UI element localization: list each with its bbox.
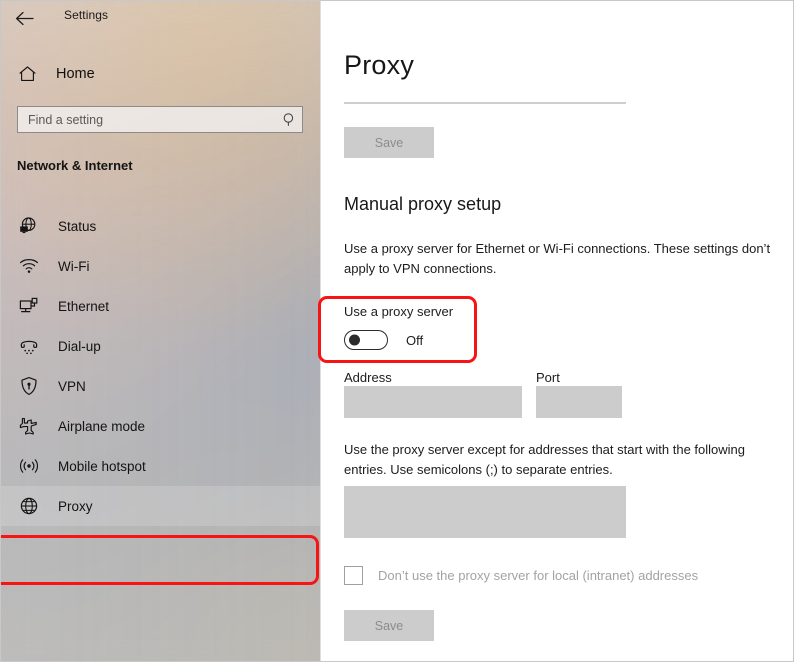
sidebar-item-label: Ethernet — [58, 298, 110, 314]
toggle-state-label: Off — [406, 332, 424, 348]
dialup-phone-icon — [18, 335, 40, 357]
ethernet-icon — [18, 295, 40, 317]
vpn-shield-icon — [18, 375, 40, 397]
back-arrow-icon — [15, 11, 34, 26]
home-icon — [16, 63, 38, 85]
sidebar-item-airplane-mode[interactable]: Airplane mode — [0, 406, 320, 446]
sidebar-item-dialup[interactable]: Dial-up — [0, 326, 320, 366]
use-proxy-toggle-label: Use a proxy server — [344, 304, 454, 319]
proxy-exceptions-input[interactable] — [344, 486, 626, 538]
settings-window: Settings Home Find a setting Network & I… — [0, 0, 794, 662]
address-input[interactable] — [344, 386, 522, 418]
globe-icon — [18, 495, 40, 517]
back-button[interactable] — [10, 5, 38, 31]
sidebar-item-wifi[interactable]: Wi-Fi — [0, 246, 320, 286]
title-divider — [344, 102, 626, 104]
save-button-top[interactable]: Save — [344, 127, 434, 158]
section-heading: Manual proxy setup — [344, 194, 502, 214]
port-label: Port — [536, 370, 560, 385]
sidebar-item-label: Wi-Fi — [58, 258, 90, 274]
sidebar-item-label: VPN — [58, 378, 86, 394]
bypass-local-label: Don’t use the proxy server for local (in… — [378, 568, 699, 583]
proxy-description: Use a proxy server for Ethernet or Wi-Fi… — [344, 241, 771, 276]
bypass-local-row[interactable]: Don’t use the proxy server for local (in… — [344, 566, 698, 585]
address-label: Address — [344, 370, 392, 385]
sidebar-item-label: Status — [58, 218, 97, 234]
sidebar-item-label: Proxy — [58, 498, 93, 514]
port-input[interactable] — [536, 386, 622, 418]
save-button-bottom[interactable]: Save — [344, 610, 434, 641]
title-bar: Settings — [0, 0, 320, 34]
sidebar-nav: Status Wi-Fi Ethernet Dial-up VPN Airpla… — [0, 206, 320, 526]
search-placeholder: Find a setting — [28, 112, 104, 127]
sidebar-item-home[interactable]: Home — [0, 58, 320, 90]
exceptions-description: Use the proxy server except for addresse… — [344, 442, 746, 477]
wifi-icon — [18, 255, 40, 277]
search-input[interactable]: Find a setting — [17, 106, 303, 133]
toggle-knob — [349, 334, 360, 346]
sidebar-item-ethernet[interactable]: Ethernet — [0, 286, 320, 326]
hotspot-signal-icon — [18, 455, 40, 477]
airplane-icon — [18, 415, 40, 437]
app-title: Settings — [64, 8, 109, 22]
sidebar-item-mobile-hotspot[interactable]: Mobile hotspot — [0, 446, 320, 486]
sidebar-item-label: Mobile hotspot — [58, 458, 146, 474]
sidebar-section-title: Network & Internet — [17, 158, 133, 173]
home-label: Home — [56, 66, 95, 82]
sidebar-item-status[interactable]: Status — [0, 206, 320, 246]
sidebar-item-proxy[interactable]: Proxy — [0, 486, 320, 526]
sidebar-item-label: Airplane mode — [58, 418, 146, 434]
bypass-local-checkbox[interactable] — [344, 566, 363, 585]
search-icon[interactable] — [276, 107, 302, 132]
use-proxy-server-toggle[interactable] — [344, 330, 388, 350]
main-content: Proxy Save Manual proxy setup Use a prox… — [320, 0, 794, 662]
sidebar-item-vpn[interactable]: VPN — [0, 366, 320, 406]
page-title: Proxy — [344, 50, 415, 80]
settings-sidebar: Settings Home Find a setting Network & I… — [0, 0, 320, 662]
sidebar-item-label: Dial-up — [58, 338, 101, 354]
globe-monitor-icon — [18, 215, 40, 237]
use-proxy-toggle-row: Off — [344, 330, 423, 350]
